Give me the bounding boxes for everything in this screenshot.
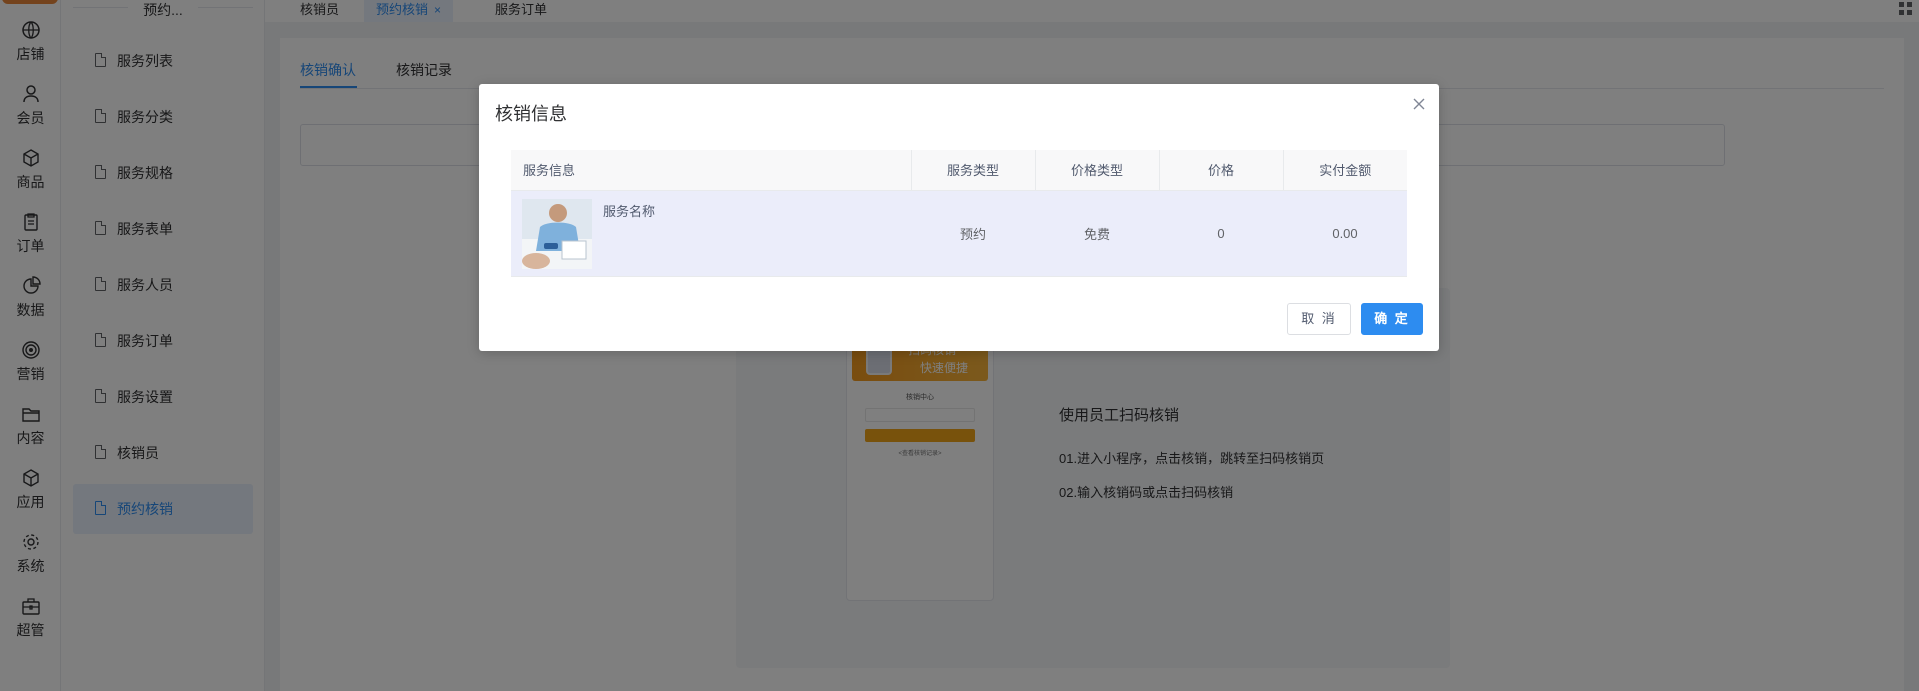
service-info-cell: 服务名称 xyxy=(511,190,911,277)
table-header-row: 服务信息 服务类型 价格类型 价格 实付金额 xyxy=(511,150,1407,191)
column-header: 价格 xyxy=(1159,150,1284,191)
column-header: 价格类型 xyxy=(1035,150,1160,191)
service-name: 服务名称 xyxy=(603,203,656,219)
column-header: 实付金额 xyxy=(1283,150,1407,191)
close-icon[interactable] xyxy=(1409,94,1429,114)
column-header: 服务信息 xyxy=(511,150,912,191)
service-thumbnail xyxy=(522,198,592,269)
service-type-cell: 预约 xyxy=(911,190,1035,277)
price-cell: 0 xyxy=(1159,190,1283,277)
price-type-cell: 免费 xyxy=(1035,190,1159,277)
cancel-button[interactable]: 取 消 xyxy=(1287,303,1351,335)
verify-info-dialog: 核销信息 服务信息 服务类型 价格类型 价格 实付金额 服务名称 预约 免费 0… xyxy=(479,84,1439,351)
table-row: 服务名称 预约 免费 0 0.00 xyxy=(511,190,1407,277)
column-header: 服务类型 xyxy=(911,150,1036,191)
dialog-title: 核销信息 xyxy=(495,104,567,124)
confirm-button[interactable]: 确 定 xyxy=(1361,303,1423,335)
verify-table: 服务信息 服务类型 价格类型 价格 实付金额 服务名称 预约 免费 0 0.00 xyxy=(511,150,1407,277)
paid-amount-cell: 0.00 xyxy=(1283,190,1407,277)
